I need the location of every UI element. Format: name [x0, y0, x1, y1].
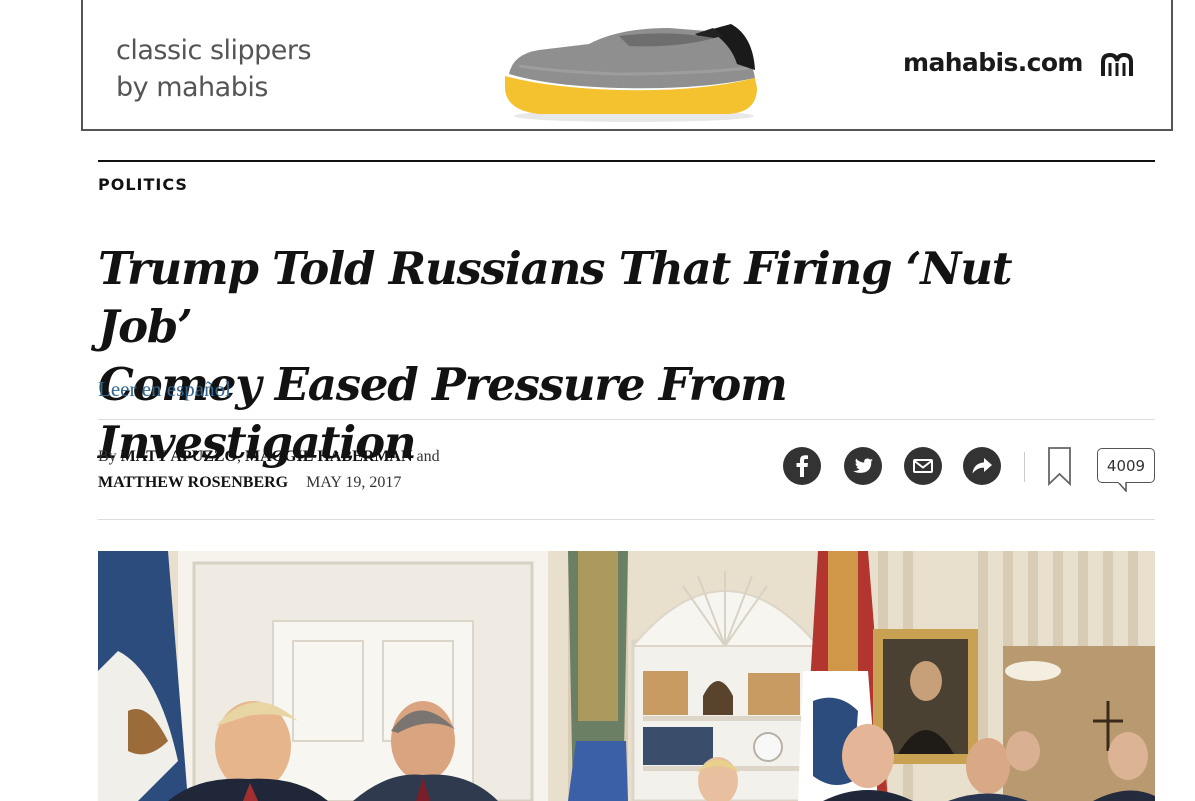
publish-date: MAY 19, 2017	[306, 474, 402, 491]
section-label[interactable]: POLITICS	[98, 175, 188, 194]
byline-comma: ,	[236, 448, 241, 465]
ad-tagline: classic slippers by mahabis	[116, 32, 312, 106]
headline-line1: Trump Told Russians That Firing ‘Nut Job…	[98, 242, 1013, 353]
divider	[98, 519, 1155, 520]
email-icon	[913, 459, 933, 473]
oval-office-meeting-photo[interactable]	[98, 551, 1155, 801]
ad-banner[interactable]: classic slippers by mahabis mahabis.com	[81, 0, 1173, 131]
share-icon	[972, 458, 992, 474]
twitter-share-button[interactable]	[844, 447, 882, 485]
slipper-product-image	[504, 24, 757, 122]
byline: By MATT APUZZO, MAGGIE HABERMAN and MATT…	[98, 444, 440, 496]
header-rule	[98, 160, 1155, 162]
byline-prefix: By	[98, 448, 117, 465]
author-link[interactable]: MATTHEW ROSENBERG	[98, 474, 288, 491]
comments-button[interactable]: 4009	[1097, 448, 1155, 483]
ad-domain: mahabis.com	[903, 48, 1083, 77]
facebook-icon	[796, 455, 808, 477]
ad-tagline-line2: by mahabis	[116, 72, 268, 103]
email-share-button[interactable]	[904, 447, 942, 485]
article-headline: Trump Told Russians That Firing ‘Nut Job…	[98, 240, 1098, 472]
divider	[98, 419, 1155, 420]
author-link[interactable]: MATT APUZZO	[121, 448, 237, 465]
toolbar-divider	[1024, 452, 1025, 482]
facebook-share-button[interactable]	[783, 447, 821, 485]
more-share-button[interactable]	[963, 447, 1001, 485]
mahabis-logo-icon	[1101, 52, 1133, 76]
spanish-translation-link[interactable]: Leer en español	[98, 377, 231, 402]
author-link[interactable]: MAGGIE HABERMAN	[245, 448, 413, 465]
byline-conjunction: and	[416, 448, 440, 465]
comment-bubble-tail	[1118, 482, 1127, 492]
ad-tagline-line1: classic slippers	[116, 35, 312, 66]
bookmark-icon[interactable]	[1047, 446, 1072, 486]
twitter-icon	[853, 458, 873, 473]
